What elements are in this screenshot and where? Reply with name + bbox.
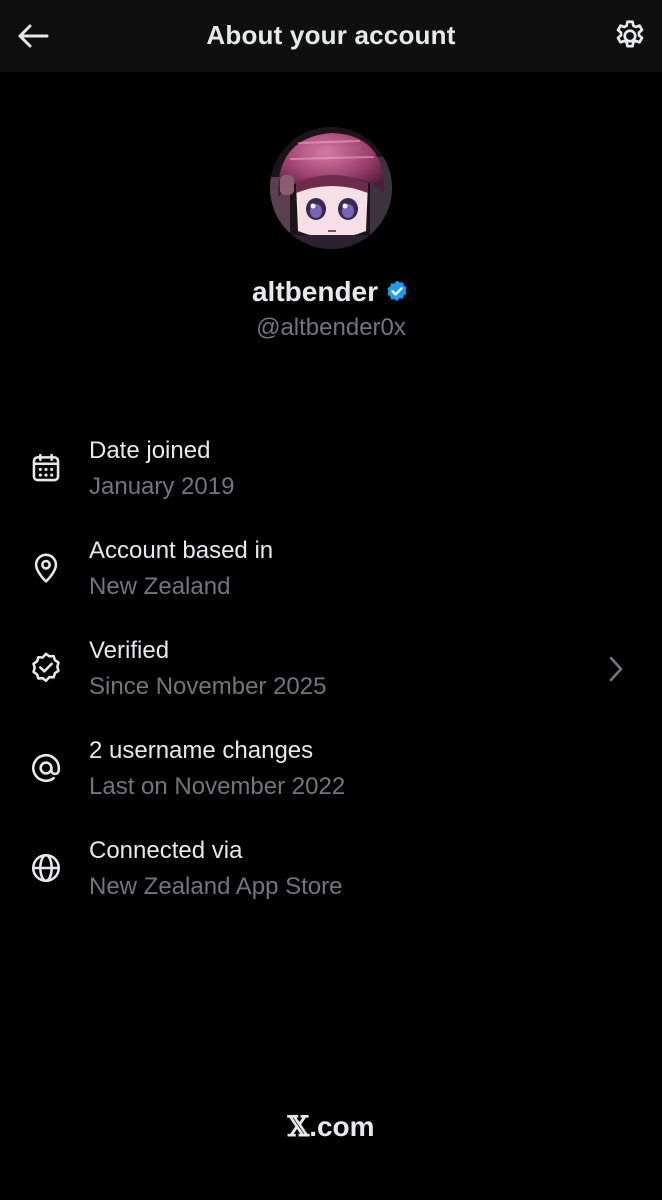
location-pin-icon (27, 549, 65, 587)
list-item-verified[interactable]: Verified Since November 2025 (0, 620, 662, 720)
avatar-image (270, 127, 392, 249)
display-name: altbender (251, 276, 379, 307)
account-info-list: Date joined January 2019 Account based i… (0, 420, 662, 920)
globe-icon (27, 849, 65, 887)
verified-badge-outline-icon (27, 649, 65, 687)
chevron-right-icon[interactable] (604, 654, 628, 684)
date-joined-value: January 2019 (89, 473, 235, 500)
username-changes-value: Last on November 2022 (89, 773, 346, 800)
profile-name-row: altbender (0, 276, 662, 308)
avatar[interactable] (270, 127, 392, 249)
top-app-bar: About your account (0, 0, 662, 72)
connected-via-label: Connected via (89, 837, 243, 864)
list-item-date-joined: Date joined January 2019 (0, 420, 662, 520)
verified-badge-icon[interactable] (384, 279, 410, 305)
account-based-in-value: New Zealand (89, 573, 231, 600)
verified-value: Since November 2025 (89, 673, 327, 700)
settings-button[interactable] (610, 16, 650, 56)
username-changes-label: 2 username changes (89, 737, 314, 764)
connected-via-value: New Zealand App Store (89, 873, 343, 900)
footer-domain: .com (309, 1111, 375, 1142)
page-title: About your account (206, 20, 456, 50)
profile-handle: @altbender0x (256, 314, 406, 341)
footer-logo[interactable]: 𝕏.com (0, 1110, 662, 1143)
account-based-in-label: Account based in (89, 537, 274, 564)
date-joined-label: Date joined (89, 437, 211, 464)
list-item-connected-via: Connected via New Zealand App Store (0, 820, 662, 920)
verified-label: Verified (89, 637, 170, 664)
x-logo-icon: 𝕏 (287, 1110, 310, 1143)
at-sign-icon (27, 749, 65, 787)
calendar-icon (27, 449, 65, 487)
gear-icon (616, 20, 644, 48)
list-item-account-based-in: Account based in New Zealand (0, 520, 662, 620)
list-item-username-changes: 2 username changes Last on November 2022 (0, 720, 662, 820)
